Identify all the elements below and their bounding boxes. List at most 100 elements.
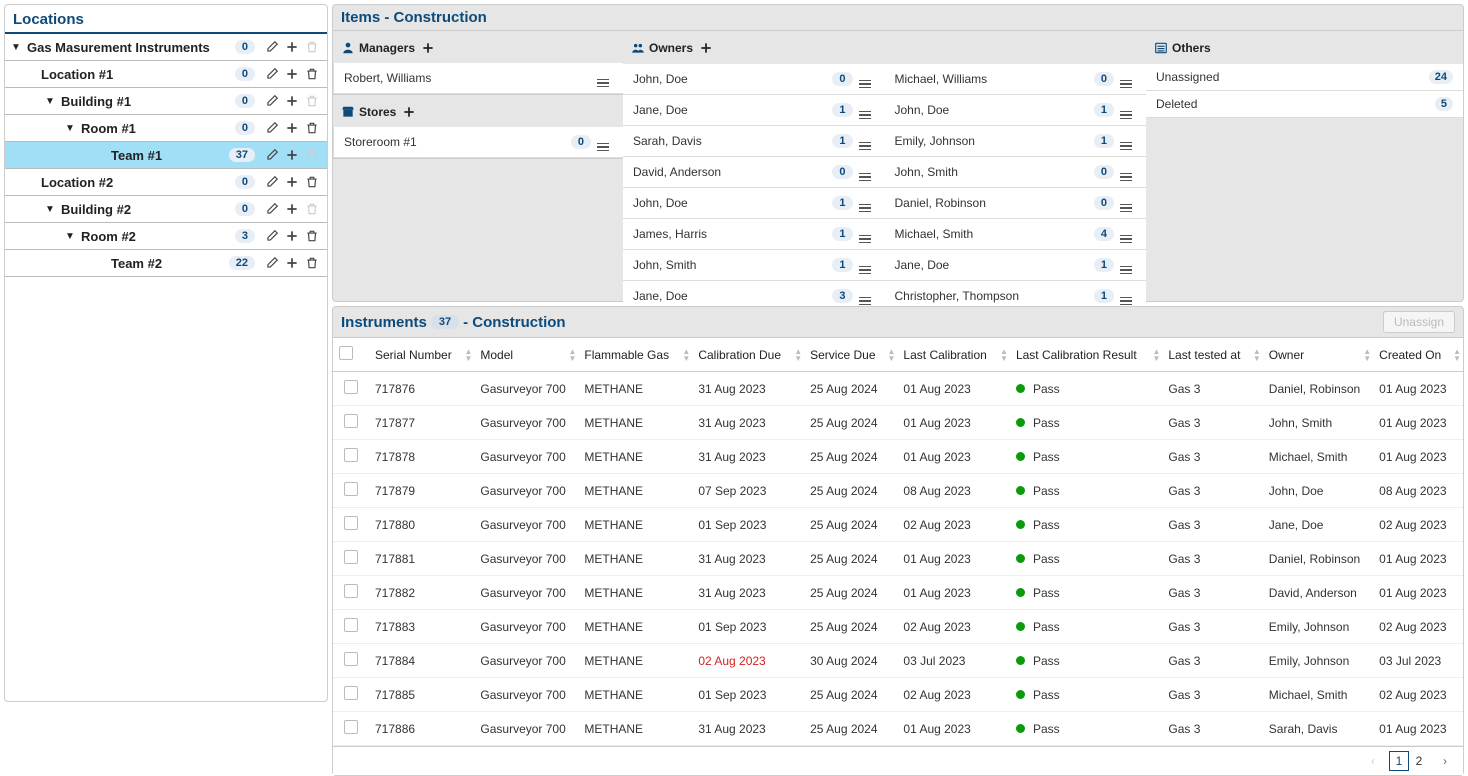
menu-icon[interactable]: [859, 132, 875, 150]
tree-node[interactable]: Location #20: [5, 169, 327, 196]
edit-button[interactable]: [263, 173, 281, 191]
menu-icon[interactable]: [1120, 101, 1136, 119]
menu-icon[interactable]: [1120, 70, 1136, 88]
row-checkbox[interactable]: [344, 652, 358, 666]
list-item[interactable]: Jane, Doe1: [623, 95, 885, 126]
add-manager-button[interactable]: [421, 41, 435, 58]
menu-icon[interactable]: [859, 163, 875, 181]
list-item[interactable]: David, Anderson0: [623, 157, 885, 188]
add-button[interactable]: [283, 254, 301, 272]
column-header[interactable]: Flammable Gas▲▼: [578, 338, 692, 372]
add-button[interactable]: [283, 92, 301, 110]
menu-icon[interactable]: [859, 101, 875, 119]
add-button[interactable]: [283, 119, 301, 137]
menu-icon[interactable]: [859, 225, 875, 243]
page-button[interactable]: 2: [1409, 751, 1429, 771]
add-button[interactable]: [283, 173, 301, 191]
add-button[interactable]: [283, 227, 301, 245]
column-header[interactable]: Last tested at▲▼: [1162, 338, 1262, 372]
edit-button[interactable]: [263, 65, 281, 83]
add-button[interactable]: [283, 65, 301, 83]
others-item[interactable]: Deleted5: [1146, 91, 1463, 118]
column-header[interactable]: Serial Number▲▼: [369, 338, 474, 372]
edit-button[interactable]: [263, 227, 281, 245]
column-header[interactable]: Calibration Due▲▼: [692, 338, 804, 372]
list-item[interactable]: Daniel, Robinson0: [885, 188, 1147, 219]
add-button[interactable]: [283, 146, 301, 164]
table-row[interactable]: 717880Gasurveyor 700METHANE01 Sep 202325…: [333, 508, 1463, 542]
column-header[interactable]: Last Calibration Result▲▼: [1010, 338, 1162, 372]
page-button[interactable]: 1: [1389, 751, 1409, 771]
tree-node[interactable]: Team #137: [5, 142, 327, 169]
edit-button[interactable]: [263, 200, 281, 218]
delete-button[interactable]: [303, 227, 321, 245]
table-row[interactable]: 717882Gasurveyor 700METHANE31 Aug 202325…: [333, 576, 1463, 610]
column-header[interactable]: Service Due▲▼: [804, 338, 897, 372]
menu-icon[interactable]: [859, 194, 875, 212]
list-item[interactable]: James, Harris1: [623, 219, 885, 250]
delete-button[interactable]: [303, 65, 321, 83]
list-item[interactable]: Sarah, Davis1: [623, 126, 885, 157]
tree-node[interactable]: ▼Gas Masurement Instruments0: [5, 34, 327, 61]
row-checkbox[interactable]: [344, 686, 358, 700]
menu-icon[interactable]: [1120, 194, 1136, 212]
delete-button[interactable]: [303, 173, 321, 191]
row-checkbox[interactable]: [344, 550, 358, 564]
menu-icon[interactable]: [1120, 132, 1136, 150]
edit-button[interactable]: [263, 146, 281, 164]
unassign-button[interactable]: Unassign: [1383, 311, 1455, 333]
menu-icon[interactable]: [597, 69, 613, 87]
menu-icon[interactable]: [859, 256, 875, 274]
menu-icon[interactable]: [1120, 287, 1136, 305]
row-checkbox[interactable]: [344, 720, 358, 734]
table-row[interactable]: 717885Gasurveyor 700METHANE01 Sep 202325…: [333, 678, 1463, 712]
table-row[interactable]: 717877Gasurveyor 700METHANE31 Aug 202325…: [333, 406, 1463, 440]
table-row[interactable]: 717881Gasurveyor 700METHANE31 Aug 202325…: [333, 542, 1463, 576]
row-checkbox[interactable]: [344, 414, 358, 428]
tree-node[interactable]: Team #222: [5, 250, 327, 277]
add-store-button[interactable]: [402, 105, 416, 122]
tree-node[interactable]: ▼Building #20: [5, 196, 327, 223]
add-button[interactable]: [283, 38, 301, 56]
page-prev-button[interactable]: ‹: [1363, 751, 1383, 771]
menu-icon[interactable]: [1120, 256, 1136, 274]
column-header[interactable]: Last Calibration▲▼: [897, 338, 1010, 372]
edit-button[interactable]: [263, 119, 281, 137]
table-row[interactable]: 717883Gasurveyor 700METHANE01 Sep 202325…: [333, 610, 1463, 644]
edit-button[interactable]: [263, 38, 281, 56]
list-item[interactable]: Emily, Johnson1: [885, 126, 1147, 157]
column-header[interactable]: Model▲▼: [474, 338, 578, 372]
list-item[interactable]: Jane, Doe1: [885, 250, 1147, 281]
menu-icon[interactable]: [859, 70, 875, 88]
others-item[interactable]: Unassigned24: [1146, 64, 1463, 91]
list-item[interactable]: John, Smith1: [623, 250, 885, 281]
list-item[interactable]: John, Smith0: [885, 157, 1147, 188]
table-row[interactable]: 717886Gasurveyor 700METHANE31 Aug 202325…: [333, 712, 1463, 746]
list-item[interactable]: John, Doe1: [623, 188, 885, 219]
add-owner-button[interactable]: [699, 41, 713, 58]
column-header[interactable]: Created On▲▼: [1373, 338, 1463, 372]
row-checkbox[interactable]: [344, 380, 358, 394]
table-row[interactable]: 717884Gasurveyor 700METHANE02 Aug 202330…: [333, 644, 1463, 678]
edit-button[interactable]: [263, 92, 281, 110]
tree-node[interactable]: Location #10: [5, 61, 327, 88]
menu-icon[interactable]: [859, 287, 875, 305]
delete-button[interactable]: [303, 254, 321, 272]
add-button[interactable]: [283, 200, 301, 218]
row-checkbox[interactable]: [344, 618, 358, 632]
menu-icon[interactable]: [1120, 163, 1136, 181]
table-row[interactable]: 717879Gasurveyor 700METHANE07 Sep 202325…: [333, 474, 1463, 508]
menu-icon[interactable]: [1120, 225, 1136, 243]
list-item[interactable]: Michael, Williams0: [885, 64, 1147, 95]
page-next-button[interactable]: ›: [1435, 751, 1455, 771]
list-item[interactable]: Michael, Smith4: [885, 219, 1147, 250]
tree-node[interactable]: ▼Room #23: [5, 223, 327, 250]
delete-button[interactable]: [303, 119, 321, 137]
list-item[interactable]: Robert, Williams: [333, 63, 623, 94]
row-checkbox[interactable]: [344, 482, 358, 496]
column-header[interactable]: Owner▲▼: [1263, 338, 1373, 372]
menu-icon[interactable]: [597, 133, 613, 151]
row-checkbox[interactable]: [344, 448, 358, 462]
row-checkbox[interactable]: [344, 516, 358, 530]
list-item[interactable]: John, Doe1: [885, 95, 1147, 126]
